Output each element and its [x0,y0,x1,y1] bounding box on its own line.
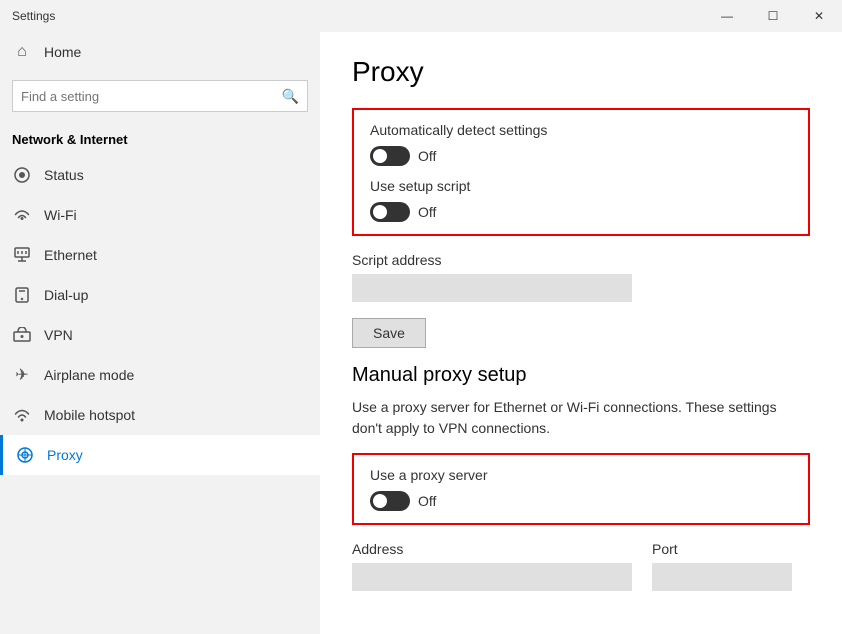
sidebar-hotspot-label: Mobile hotspot [44,407,135,423]
sidebar-dialup-label: Dial-up [44,287,88,303]
sidebar: ⌂ Home 🔍 Network & Internet Status [0,32,320,634]
dialup-icon [12,285,32,305]
port-input [652,563,792,591]
page-title: Proxy [352,56,810,88]
sidebar-category: Network & Internet [0,124,320,155]
close-button[interactable]: ✕ [796,0,842,32]
sidebar-item-ethernet[interactable]: Ethernet [0,235,320,275]
manual-description: Use a proxy server for Ethernet or Wi-Fi… [352,397,810,439]
proxy-server-state: Off [418,493,436,509]
setup-script-label: Use setup script [370,178,792,194]
window-controls: — ☐ ✕ [704,0,842,32]
proxy-server-toggle-wrapper: Off [370,491,792,511]
wifi-icon [12,205,32,225]
ethernet-icon [12,245,32,265]
port-group: Port [652,541,792,591]
sidebar-status-label: Status [44,167,84,183]
settings-window: Settings — ☐ ✕ ⌂ Home 🔍 Network & Intern… [0,0,842,634]
script-address-group: Script address [352,252,810,302]
search-box[interactable]: 🔍 [12,80,308,112]
sidebar-wifi-label: Wi-Fi [44,207,77,223]
home-icon: ⌂ [12,42,32,62]
sidebar-vpn-label: VPN [44,327,73,343]
search-input[interactable] [21,89,282,104]
status-icon [12,165,32,185]
save-button[interactable]: Save [352,318,426,348]
auto-detect-toggle[interactable] [370,146,410,166]
setup-script-toggle-wrapper: Off [370,202,792,222]
sidebar-item-home[interactable]: ⌂ Home [0,32,320,72]
proxy-server-toggle[interactable] [370,491,410,511]
sidebar-item-wifi[interactable]: Wi-Fi [0,195,320,235]
sidebar-airplane-label: Airplane mode [44,367,134,383]
script-address-label: Script address [352,252,810,268]
proxy-server-label: Use a proxy server [370,467,792,483]
hotspot-icon [12,405,32,425]
setup-script-state: Off [418,204,436,220]
sidebar-item-dialup[interactable]: Dial-up [0,275,320,315]
sidebar-ethernet-label: Ethernet [44,247,97,263]
airplane-icon: ✈ [12,365,32,385]
main-content: Proxy Automatically detect settings Off … [320,32,842,634]
sidebar-item-hotspot[interactable]: Mobile hotspot [0,395,320,435]
proxy-icon [15,445,35,465]
address-input [352,563,632,591]
auto-detect-label: Automatically detect settings [370,122,792,138]
minimize-button[interactable]: — [704,0,750,32]
address-port-row: Address Port [352,541,810,591]
script-address-input [352,274,632,302]
app-title: Settings [12,9,55,23]
automatic-proxy-section: Automatically detect settings Off Use se… [352,108,810,236]
address-group: Address [352,541,632,591]
content-area: ⌂ Home 🔍 Network & Internet Status [0,32,842,634]
maximize-button[interactable]: ☐ [750,0,796,32]
search-icon: 🔍 [282,88,299,105]
proxy-server-section: Use a proxy server Off [352,453,810,525]
sidebar-item-vpn[interactable]: VPN [0,315,320,355]
setup-script-toggle[interactable] [370,202,410,222]
setup-script-row: Use setup script Off [370,178,792,222]
sidebar-item-airplane[interactable]: ✈ Airplane mode [0,355,320,395]
auto-detect-row: Automatically detect settings Off [370,122,792,166]
sidebar-item-proxy[interactable]: Proxy [0,435,320,475]
sidebar-item-status[interactable]: Status [0,155,320,195]
port-label: Port [652,541,792,557]
vpn-icon [12,325,32,345]
sidebar-proxy-label: Proxy [47,447,83,463]
titlebar: Settings — ☐ ✕ [0,0,842,32]
sidebar-home-label: Home [44,44,81,60]
address-label: Address [352,541,632,557]
auto-detect-toggle-wrapper: Off [370,146,792,166]
auto-detect-state: Off [418,148,436,164]
manual-section-title: Manual proxy setup [352,364,810,387]
